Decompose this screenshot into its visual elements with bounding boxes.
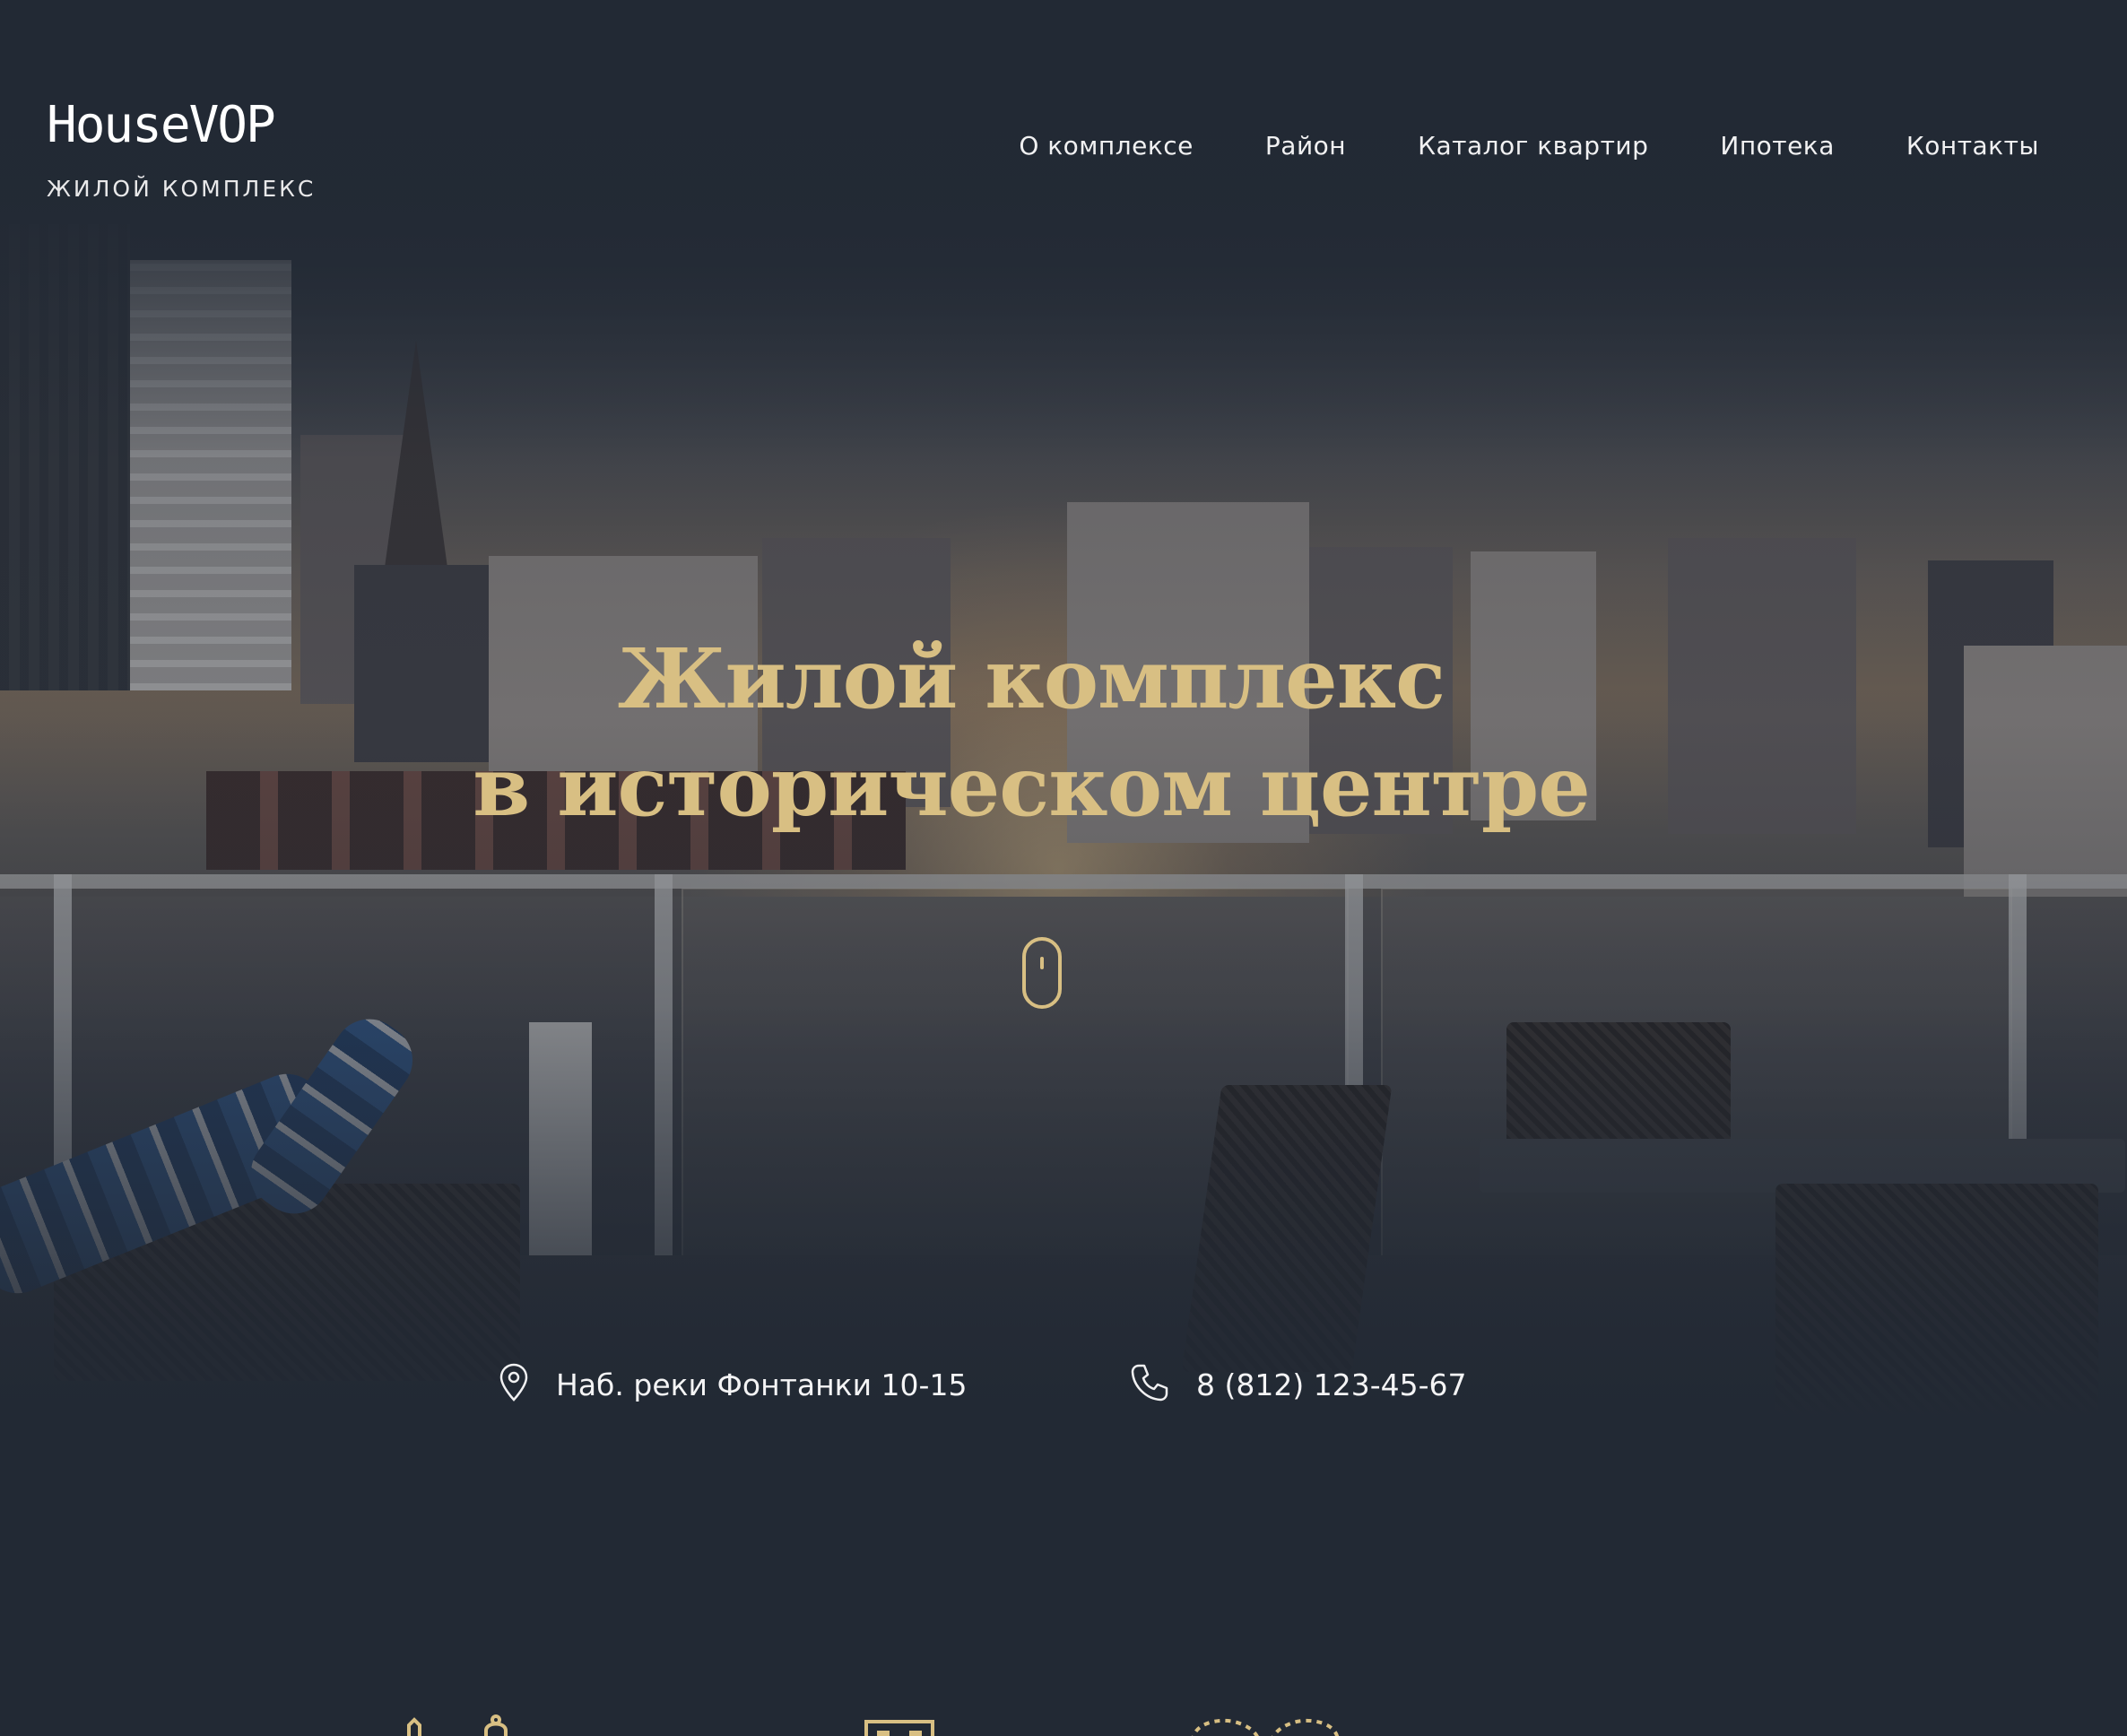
contact-address: Наб. реки Фонтанки 10-15 — [499, 1363, 967, 1407]
phone-icon — [1130, 1363, 1169, 1407]
phone-text: 8 (812) 123-45-67 — [1196, 1367, 1467, 1402]
hero-title: Жилой комплекс в историческом центре — [0, 625, 2062, 840]
nav-item-mortgage[interactable]: Ипотека — [1720, 131, 1835, 161]
address-text: Наб. реки Фонтанки 10-15 — [556, 1367, 968, 1402]
logo-name: HouseVOP — [47, 96, 276, 154]
hero-title-line1: Жилой комплекс — [617, 629, 1445, 727]
hero-title-line2: в историческом центре — [473, 737, 1590, 835]
rings-icon — [1189, 1714, 1341, 1736]
document-icon — [864, 1714, 936, 1736]
nav-item-catalog[interactable]: Каталог квартир — [1418, 131, 1648, 161]
site-logo[interactable]: HouseVOP ЖИЛОЙ КОМПЛЕКС — [47, 96, 317, 203]
main-nav: О комплексе Район Каталог квартир Ипотек… — [1019, 131, 2039, 161]
nav-item-about[interactable]: О комплексе — [1019, 131, 1194, 161]
mouse-scroll-icon[interactable] — [1022, 937, 1062, 1009]
page: HouseVOP ЖИЛОЙ КОМПЛЕКС О комплексе Райо… — [0, 0, 2127, 1736]
contact-phone[interactable]: 8 (812) 123-45-67 — [1130, 1363, 1467, 1407]
logo-subtitle: ЖИЛОЙ КОМПЛЕКС — [47, 176, 317, 202]
location-pin-icon — [499, 1363, 529, 1407]
nav-item-contacts[interactable]: Контакты — [1906, 131, 2039, 161]
building-icon — [405, 1714, 522, 1736]
nav-item-district[interactable]: Район — [1265, 131, 1346, 161]
